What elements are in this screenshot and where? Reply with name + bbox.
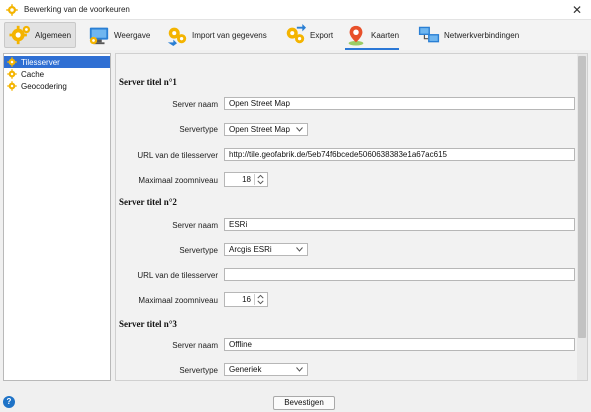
server-1-zoom-stepper[interactable]: 18 [224,172,268,187]
server-1-url-label: URL van de tilesserver [137,151,218,160]
help-icon[interactable]: ? [3,396,15,408]
settings-tree: Tilesserver Cache Geocodering [3,53,111,381]
server-1-url-input[interactable]: http://tile.geofabrik.de/5eb74f6bcede506… [224,148,575,161]
tab-algemeen[interactable]: Algemeen [4,22,77,48]
tab-bar: Algemeen Weergave Import van gegevens Ex… [0,20,591,50]
export-gears-icon [286,24,306,44]
spinner-arrows-icon[interactable] [254,294,266,305]
confirm-button[interactable]: Bevestigen [273,396,335,410]
tab-netwerkverbindingen[interactable]: Netwerkverbindingen [418,22,519,48]
server-1-name-label: Server naam [172,100,218,109]
tab-label: Netwerkverbindingen [444,30,520,40]
monitor-icon [89,27,109,45]
server-3-name-input[interactable]: Offline [224,338,575,351]
import-gears-icon [167,27,187,46]
server-3-heading: Server titel n°3 [119,319,177,329]
tab-export[interactable]: Export [284,22,333,48]
tab-kaarten[interactable]: Kaarten [345,22,400,50]
sidebar-item-label: Tilesserver [21,57,60,67]
server-2-name-label: Server naam [172,221,218,230]
tab-label: Import van gegevens [192,30,267,40]
chevron-down-icon [296,247,303,252]
vertical-scrollbar[interactable] [577,54,587,380]
server-1-zoom-value: 18 [242,175,251,184]
server-1-zoom-label: Maximaal zoomniveau [138,176,218,185]
gear-icon [7,81,17,91]
server-3-type-label: Servertype [179,366,218,375]
server-2-zoom-label: Maximaal zoomniveau [138,296,218,305]
dialog-footer: ? Bevestigen [0,384,591,412]
server-2-type-label: Servertype [179,246,218,255]
server-2-url-input[interactable] [224,268,575,281]
chevron-down-icon [296,367,303,372]
server-2-heading: Server titel n°2 [119,197,177,207]
server-2-type-value: Arcgis ESRi [229,245,272,254]
server-2-zoom-stepper[interactable]: 16 [224,292,268,307]
tab-weergave[interactable]: Weergave [88,22,150,48]
server-1-type-label: Servertype [179,125,218,134]
gear-icon [7,69,17,79]
sidebar-item-label: Geocodering [21,81,67,91]
server-2-name-input[interactable]: ESRi [224,218,575,231]
title-bar: Bewerking van de voorkeuren ✕ [0,0,591,20]
spinner-arrows-icon[interactable] [254,174,266,185]
server-2-url-label: URL van de tilesserver [137,271,218,280]
gear-icon [6,4,18,16]
tab-import[interactable]: Import van gegevens [166,22,267,48]
server-3-type-value: Generiek [229,365,262,374]
sidebar-item-tilesserver[interactable]: Tilesserver [4,56,110,68]
server-2-type-select[interactable]: Arcgis ESRi [224,243,308,256]
tab-label: Algemeen [35,30,72,40]
close-icon[interactable]: ✕ [569,2,585,18]
network-icon [418,26,440,43]
tab-label: Kaarten [371,30,400,40]
scrollbar-thumb[interactable] [578,56,586,338]
tileserver-settings-panel: Server titel n°1 Server naam Open Street… [115,53,588,381]
gear-icon [9,25,31,45]
server-1-type-select[interactable]: Open Street Map [224,123,308,136]
sidebar-item-geocodering[interactable]: Geocodering [4,80,110,92]
server-1-heading: Server titel n°1 [119,77,177,87]
chevron-down-icon [296,127,303,132]
tab-label: Weergave [114,30,151,40]
sidebar-item-cache[interactable]: Cache [4,68,110,80]
tab-label: Export [310,30,334,40]
server-3-name-label: Server naam [172,341,218,350]
sidebar-item-label: Cache [21,69,45,79]
server-3-type-select[interactable]: Generiek [224,363,308,376]
gear-icon [7,57,17,67]
server-1-type-value: Open Street Map [229,125,290,134]
map-pin-icon [348,25,364,46]
window-title: Bewerking van de voorkeuren [24,5,130,14]
server-2-zoom-value: 16 [242,295,251,304]
server-1-name-input[interactable]: Open Street Map [224,97,575,110]
